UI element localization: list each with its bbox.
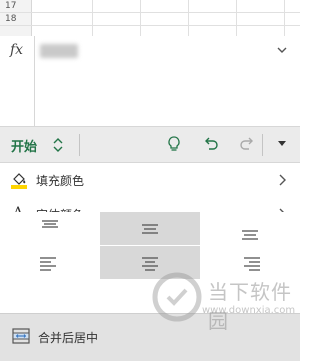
align-left-button[interactable] bbox=[0, 246, 100, 279]
align-middle-icon bbox=[142, 224, 158, 234]
align-bottom-button[interactable] bbox=[200, 212, 300, 245]
tab-home[interactable]: 开始 bbox=[11, 136, 37, 155]
up-down-chevron-icon[interactable] bbox=[52, 136, 64, 154]
caret-down-icon[interactable] bbox=[276, 138, 288, 148]
redo-icon[interactable] bbox=[238, 135, 256, 153]
chevron-right-icon bbox=[279, 174, 286, 186]
row-header[interactable]: 18 bbox=[0, 13, 32, 25]
align-right-button[interactable] bbox=[200, 246, 300, 279]
paint-bucket-icon bbox=[11, 173, 27, 189]
align-top-button[interactable] bbox=[0, 212, 100, 245]
lightbulb-icon[interactable] bbox=[165, 135, 183, 153]
fill-color-label: 填充颜色 bbox=[36, 174, 85, 188]
fx-icon: fx bbox=[10, 42, 24, 58]
undo-icon[interactable] bbox=[202, 135, 220, 153]
fill-color-row[interactable]: 填充颜色 bbox=[0, 163, 300, 198]
merge-center-label: 合并后居中 bbox=[38, 331, 99, 345]
merge-center-button[interactable]: 合并后居中 bbox=[0, 313, 300, 361]
align-right-icon bbox=[244, 257, 260, 271]
align-bottom-icon bbox=[242, 230, 258, 240]
alignment-grid bbox=[0, 212, 300, 312]
sheet-row[interactable]: 18 bbox=[0, 13, 300, 26]
ribbon-divider bbox=[262, 134, 263, 156]
align-left-icon bbox=[40, 257, 56, 271]
formula-input[interactable] bbox=[40, 44, 78, 58]
chevron-down-icon[interactable] bbox=[276, 44, 288, 56]
align-top-icon bbox=[42, 220, 58, 228]
column-gridline bbox=[188, 0, 189, 36]
ribbon-bar: 开始 bbox=[0, 127, 300, 163]
ribbon-divider bbox=[79, 134, 80, 156]
column-gridline bbox=[284, 0, 285, 36]
spreadsheet-grid[interactable]: 17 18 bbox=[0, 0, 300, 37]
fx-cell: fx bbox=[0, 36, 35, 126]
formula-bar[interactable]: fx bbox=[0, 36, 300, 127]
column-gridline bbox=[140, 0, 141, 36]
align-center-button[interactable] bbox=[100, 246, 200, 279]
column-gridline bbox=[92, 0, 93, 36]
merge-cells-icon bbox=[12, 328, 30, 344]
column-gridline bbox=[236, 0, 237, 36]
row-header[interactable]: 17 bbox=[0, 0, 32, 12]
sheet-row[interactable]: 17 bbox=[0, 0, 300, 13]
align-center-icon bbox=[142, 257, 158, 271]
align-middle-button[interactable] bbox=[100, 212, 200, 245]
